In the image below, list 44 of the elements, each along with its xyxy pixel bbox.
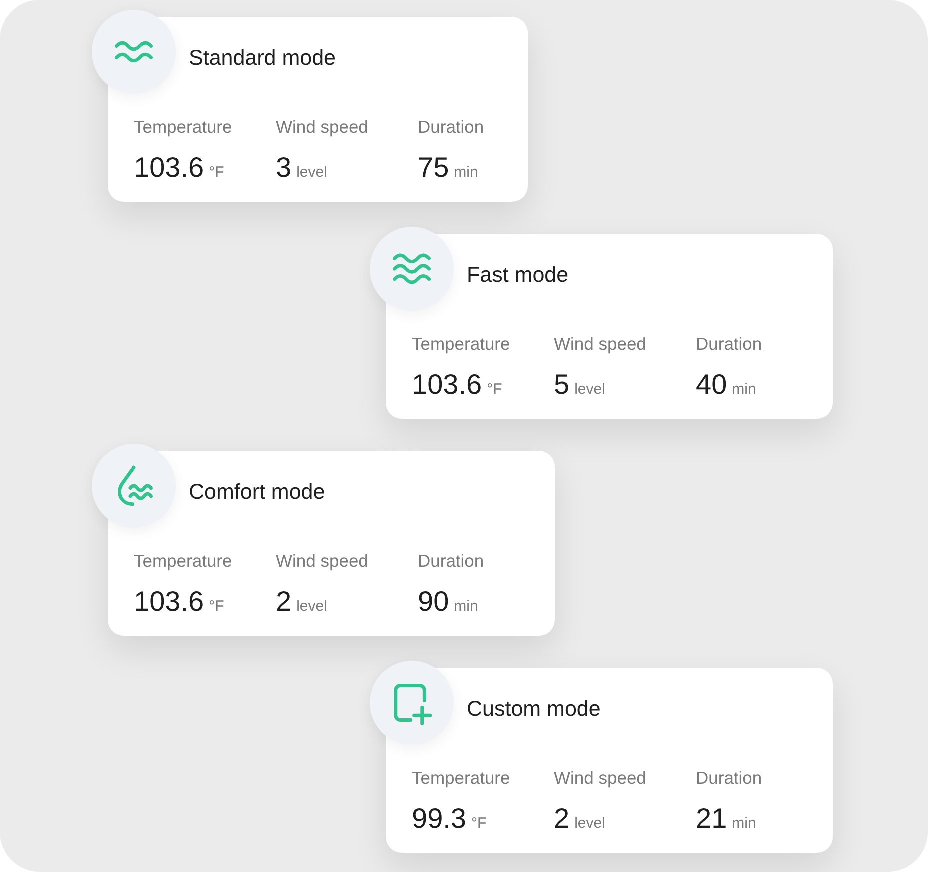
stat-value: 103.6 [134,152,204,183]
stat-value: 2 [276,586,292,617]
mode-title: Fast mode [467,262,569,288]
stat-unit: min [732,815,756,832]
stat-label: Temperature [412,334,510,354]
stat-unit: °F [209,598,224,615]
stat-value: 103.6 [134,586,204,617]
stat-unit: level [296,164,328,181]
stat-value: 90 [418,586,450,617]
stat-value: 103.6 [412,369,482,400]
stat-unit: °F [209,164,224,181]
stat-value: 5 [554,369,570,400]
stat-unit: min [732,381,756,398]
stat-unit: level [296,598,328,615]
stat-label: Duration [696,334,762,354]
stat-label: Duration [418,551,484,571]
stat-value: 3 [276,152,292,183]
mode-card[interactable]: Custom mode Temperature 99.3 °F Wind speed 2 level Duration 21 min [386,668,833,853]
stat-label: Wind speed [276,551,368,571]
mode-title: Comfort mode [189,479,326,505]
stat-label: Wind speed [554,334,646,354]
stat-unit: °F [487,381,502,398]
mode-card[interactable]: Comfort mode Temperature 103.6 °F Wind speed 2 level Duration 90 min [108,451,555,636]
stat-label: Temperature [134,117,232,137]
stat-label: Duration [418,117,484,137]
stat-label: Temperature [412,768,510,788]
stat-label: Wind speed [276,117,368,137]
stat-value: 99.3 [412,803,466,834]
stat-label: Duration [696,768,762,788]
stat-unit: min [454,598,478,615]
stat-unit: level [574,815,606,832]
stat-value: 2 [554,803,570,834]
stat-unit: level [574,381,606,398]
stat-value: 40 [696,369,728,400]
stat-label: Wind speed [554,768,646,788]
stat-label: Temperature [134,551,232,571]
stat-unit: °F [472,815,487,832]
stat-value: 21 [696,803,728,834]
mode-title: Standard mode [189,45,336,71]
mode-title: Custom mode [467,696,601,722]
stat-unit: min [454,164,478,181]
stat-value: 75 [418,152,450,183]
mode-card[interactable]: Fast mode Temperature 103.6 °F Wind speed 5 level Duration 40 min [386,234,833,419]
mode-card[interactable]: Standard mode Temperature 103.6 °F Wind speed 3 level Duration 75 min [108,17,528,202]
